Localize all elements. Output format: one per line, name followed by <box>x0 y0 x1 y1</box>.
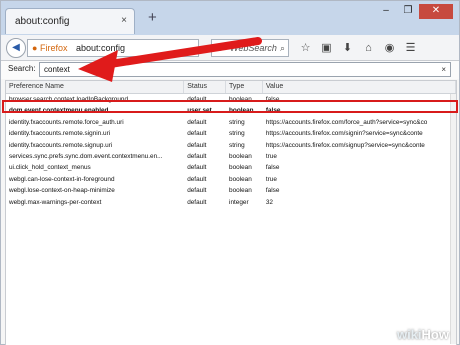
downloads-icon[interactable]: ⬇ <box>337 40 358 56</box>
pref-value: https://accounts.firefox.com/force_auth?… <box>265 118 428 126</box>
pref-status: default <box>187 198 207 206</box>
pref-value: true <box>265 175 277 183</box>
pref-type: boolean <box>229 152 252 160</box>
pref-status: default <box>187 141 207 149</box>
config-search-row: Search: context × <box>1 61 459 79</box>
pref-status: default <box>187 130 207 138</box>
search-engine-icon: G <box>216 43 224 53</box>
brand-label: Firefox <box>39 43 68 53</box>
minimize-icon[interactable]: – <box>375 4 397 19</box>
home-icon[interactable]: ⌂ <box>358 40 379 56</box>
pref-status: default <box>187 187 207 195</box>
search-label: Search: <box>8 64 36 73</box>
table-row[interactable]: ui.click_hold_context_menus default boolea… <box>6 162 456 173</box>
highlight-box <box>2 100 458 113</box>
column-header-value[interactable]: Value <box>263 81 456 93</box>
table-row[interactable]: webgl.can-lose-context-in-foreground defa… <box>6 174 456 185</box>
url-text: about:config <box>75 43 126 53</box>
pref-value: https://accounts.firefox.com/signin?serv… <box>265 130 423 138</box>
scrollbar[interactable] <box>450 94 456 344</box>
window-controls: – ❐ ✕ <box>375 4 453 19</box>
maximize-icon[interactable]: ❐ <box>397 4 419 19</box>
pref-status: default <box>187 118 207 126</box>
close-window-icon[interactable]: ✕ <box>419 4 453 19</box>
pref-name: identity.fxaccounts.remote.signin.uri <box>9 130 111 138</box>
table-header: Preference Name Status Type Value <box>6 81 456 94</box>
pref-value: false <box>265 187 280 195</box>
pref-name: webgl.max-warnings-per-context <box>9 198 102 206</box>
clear-search-icon[interactable]: × <box>441 63 446 76</box>
pref-name: webgl.can-lose-context-in-foreground <box>9 175 115 183</box>
stage: { "browser": { "tab_title": "about:confi… <box>0 0 460 345</box>
pref-name: services.sync.prefs.sync.dom.event.conte… <box>9 152 163 160</box>
search-placeholder: WebSearch <box>230 43 277 53</box>
web-search-box[interactable]: G WebSearch ⌕ <box>211 39 289 57</box>
preferences-table: Preference Name Status Type Value browse… <box>5 80 457 345</box>
config-search-input[interactable]: context × <box>39 62 451 77</box>
title-bar: about:config × + – ❐ ✕ <box>1 1 459 35</box>
watermark-wiki: wiki <box>396 327 422 342</box>
pref-name: ui.click_hold_context_menus <box>9 164 91 172</box>
table-row[interactable]: webgl.max-warnings-per-context default int… <box>6 197 456 208</box>
pref-type: string <box>229 130 245 138</box>
search-value: context <box>44 65 70 74</box>
pref-name: identity.fxaccounts.remote.force_auth.ur… <box>9 118 124 126</box>
pref-type: boolean <box>229 175 252 183</box>
firefox-icon: ● <box>32 43 38 53</box>
tab-close-icon[interactable]: × <box>121 15 127 26</box>
pref-type: integer <box>229 198 249 206</box>
pref-value: https://accounts.firefox.com/signup?serv… <box>265 141 425 149</box>
url-bar[interactable]: ● Firefox about:config <box>27 39 199 57</box>
watermark-how: How <box>421 327 449 342</box>
table-row[interactable]: webgl.lose-context-on-heap-minimize defau… <box>6 185 456 196</box>
back-arrow-icon[interactable]: ◀ <box>6 38 26 58</box>
pref-name: identity.fxaccounts.remote.signup.uri <box>9 141 113 149</box>
table-row[interactable]: identity.fxaccounts.remote.force_auth.ur… <box>6 117 456 128</box>
pref-value: true <box>265 152 277 160</box>
bookmark-star-icon[interactable]: ☆ <box>295 40 316 56</box>
table-row[interactable]: identity.fxaccounts.remote.signup.uri def… <box>6 140 456 151</box>
addon-icon[interactable]: ◉ <box>379 40 400 56</box>
pref-value: false <box>265 164 280 172</box>
pref-name: webgl.lose-context-on-heap-minimize <box>9 187 115 195</box>
table-row[interactable]: services.sync.prefs.sync.dom.event.conte… <box>6 151 456 162</box>
pref-value: 32 <box>265 198 273 206</box>
column-header-type[interactable]: Type <box>226 81 263 93</box>
toolbar-icons: ☆ ▣ ⬇ ⌂ ◉ ☰ <box>295 40 421 56</box>
tab-about-config[interactable]: about:config × <box>5 8 135 34</box>
pref-type: boolean <box>229 164 252 172</box>
menu-icon[interactable]: ☰ <box>400 40 421 56</box>
pref-type: string <box>229 118 245 126</box>
pref-type: boolean <box>229 187 252 195</box>
nav-toolbar: ◀ ● Firefox about:config G WebSearch ⌕ ☆… <box>1 35 459 61</box>
column-header-name[interactable]: Preference Name <box>6 81 185 93</box>
bookmarks-menu-icon[interactable]: ▣ <box>316 40 337 56</box>
pref-status: default <box>187 175 207 183</box>
tab-title: about:config <box>15 16 70 27</box>
wikihow-watermark: wikiHow <box>397 327 449 342</box>
browser-window: about:config × + – ❐ ✕ ◀ ● Firefox about… <box>0 0 460 345</box>
pref-type: string <box>229 141 245 149</box>
table-row[interactable]: identity.fxaccounts.remote.signin.uri def… <box>6 128 456 139</box>
pref-status: default <box>187 164 207 172</box>
pref-status: default <box>187 152 207 160</box>
new-tab-icon[interactable]: + <box>148 10 157 25</box>
search-icon[interactable]: ⌕ <box>280 40 285 56</box>
column-header-status[interactable]: Status <box>184 81 227 93</box>
